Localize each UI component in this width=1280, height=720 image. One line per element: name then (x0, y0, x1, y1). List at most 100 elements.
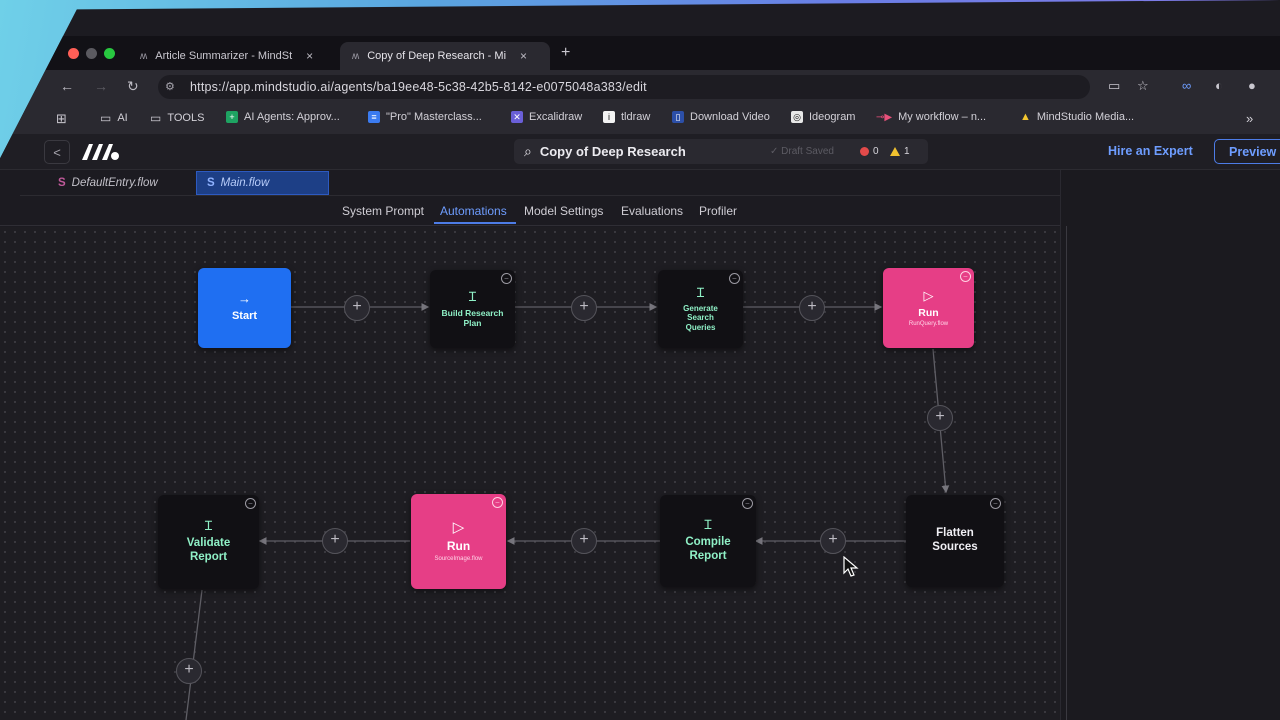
add-step-button[interactable]: + (571, 295, 597, 321)
back-arrow-icon[interactable]: ← (60, 78, 74, 94)
add-step-button[interactable]: + (820, 528, 846, 554)
preview-button[interactable]: Preview (1214, 139, 1280, 164)
minimize-window-button[interactable] (86, 48, 97, 59)
node-label: Compile Report (685, 536, 731, 562)
add-step-button[interactable]: + (799, 295, 825, 321)
remove-node-icon[interactable]: – (729, 273, 740, 284)
remove-node-icon[interactable]: – (960, 271, 971, 282)
address-bar[interactable]: https://app.mindstudio.ai/agents/ba19ee4… (158, 75, 1090, 99)
remove-node-icon[interactable]: – (742, 498, 753, 509)
browser-tab-deep-research[interactable]: ʍ Copy of Deep Research - Mi × (340, 42, 550, 70)
close-window-button[interactable] (68, 48, 79, 59)
forward-arrow-icon[interactable]: → (94, 78, 108, 94)
node-label: Run (446, 539, 471, 554)
draft-saved-status: ✓ Draft Saved (770, 146, 834, 157)
flow-node-start[interactable]: → Start (198, 268, 291, 348)
text-cursor-icon: Ɪ (204, 518, 213, 534)
bookmark-label: MindStudio Media... (1036, 111, 1135, 123)
tab-profiler[interactable]: Profiler (699, 204, 737, 218)
add-step-button[interactable]: + (322, 528, 348, 554)
close-tab-icon[interactable]: × (306, 49, 313, 63)
warning-count-badge[interactable]: 1 (890, 146, 910, 157)
tab-model-settings[interactable]: Model Settings (524, 204, 603, 218)
docs-icon: ≡ (368, 111, 380, 123)
file-tab-main[interactable]: S Main.flow (196, 171, 329, 195)
browser-tab-article-summarizer[interactable]: ʍ Article Summarizer - MindSt × (128, 42, 334, 70)
bookmark-label: Excalidraw (529, 111, 583, 123)
bookmark-my-workflow[interactable]: ⊸▶ My workflow – n... (876, 111, 986, 123)
more-bookmarks-icon[interactable]: » (1246, 111, 1253, 126)
remove-node-icon[interactable]: – (492, 497, 503, 508)
node-label: Build Research Plan (441, 307, 504, 328)
tab-evaluations[interactable]: Evaluations (621, 204, 683, 218)
remove-node-icon[interactable]: – (501, 273, 512, 284)
link-extension-icon[interactable]: ∞ (1182, 78, 1191, 93)
warning-count: 1 (904, 146, 910, 157)
flow-file-icon: S (207, 177, 215, 189)
text-cursor-icon: Ɪ (704, 517, 712, 533)
flow-node-build-research-plan[interactable]: – Ɪ Build Research Plan (430, 270, 515, 348)
folder-icon: ▭ (150, 111, 162, 125)
flow-node-compile-report[interactable]: – Ɪ Compile Report (660, 495, 756, 587)
extension-icon[interactable]: ◐ (1215, 78, 1223, 93)
error-icon (860, 147, 869, 156)
node-subflow-name: SourceImage.flow (434, 555, 483, 562)
add-step-button[interactable]: + (176, 658, 202, 684)
flow-node-validate-report[interactable]: – Ɪ Validate Report (158, 495, 259, 589)
flow-file-icon: S (58, 177, 66, 189)
tldraw-icon: i (603, 111, 615, 123)
bookmark-star-icon[interactable]: ☆ (1137, 78, 1149, 94)
reload-icon[interactable]: ↻ (127, 78, 139, 95)
node-label: Start (231, 310, 258, 323)
bookmark-label: Ideogram (809, 111, 856, 123)
flow-node-run-source-image[interactable]: – ▷ Run SourceImage.flow (411, 494, 506, 589)
hire-expert-link[interactable]: Hire an Expert (1108, 144, 1193, 158)
remove-node-icon[interactable]: – (990, 498, 1001, 509)
node-label: Validate Report (186, 537, 231, 563)
app-window: ʍ Article Summarizer - MindSt × ʍ Copy o… (0, 0, 1280, 720)
bookmark-label: Download Video (690, 111, 770, 123)
node-label: Flatten Sources (932, 527, 978, 553)
n8n-icon: ⊸▶ (876, 111, 893, 123)
tab-system-prompt[interactable]: System Prompt (342, 204, 424, 218)
bookmark-excalidraw[interactable]: ✕ Excalidraw (511, 111, 582, 123)
add-step-button[interactable]: + (571, 528, 597, 554)
bookmark-mindstudio-media[interactable]: ▲ MindStudio Media... (1020, 111, 1134, 123)
bookmark-ai[interactable]: ▭ AI (100, 111, 128, 125)
flow-node-run-query[interactable]: – ▷ Run RunQuery.flow (883, 268, 974, 348)
remove-node-icon[interactable]: – (245, 498, 256, 509)
agent-title: Copy of Deep Research (539, 144, 686, 159)
bookmark-ideogram[interactable]: ◎ Ideogram (791, 111, 855, 123)
new-tab-button[interactable]: + (561, 44, 570, 62)
play-icon: ▷ (923, 287, 934, 303)
bookmark-tldraw[interactable]: i tldraw (603, 111, 650, 123)
site-settings-icon[interactable]: ⚙ (165, 80, 175, 93)
apps-grid-icon[interactable]: ⊞ (56, 111, 67, 127)
close-tab-icon[interactable]: × (520, 49, 527, 63)
bookmark-download-video[interactable]: ▯ Download Video (672, 111, 770, 123)
back-button[interactable]: < (44, 140, 70, 164)
file-tab-default-entry[interactable]: S DefaultEntry.flow (48, 171, 196, 195)
bookmark-tools[interactable]: ▭ TOOLS (150, 111, 204, 125)
tab-label: Copy of Deep Research - Mi (367, 50, 507, 62)
error-count: 0 (873, 146, 879, 157)
maximize-window-button[interactable] (104, 48, 115, 59)
arrow-right-icon: → (238, 291, 251, 307)
ideogram-icon: ◎ (791, 111, 803, 123)
node-label: Run (918, 306, 939, 319)
active-tab-underline (434, 222, 516, 224)
flow-node-generate-search-queries[interactable]: – Ɪ Generate Search Queries (658, 270, 743, 348)
profile-icon[interactable]: ● (1248, 78, 1256, 93)
add-step-button[interactable]: + (344, 295, 370, 321)
bookmark-ai-agents[interactable]: + AI Agents: Approv... (226, 111, 340, 123)
bookmark-label: My workflow – n... (898, 111, 987, 123)
flow-node-flatten-sources[interactable]: – Flatten Sources (906, 495, 1004, 587)
bookmark-pro-masterclass[interactable]: ≡ "Pro" Masterclass... (368, 111, 482, 123)
cast-icon[interactable]: ▭ (1108, 78, 1120, 94)
mindstudio-favicon-icon: ʍ (352, 50, 360, 62)
sheets-icon: + (226, 111, 238, 123)
tab-automations[interactable]: Automations (440, 204, 507, 218)
error-count-badge[interactable]: 0 (860, 146, 879, 157)
agent-title-bar[interactable]: ⌕ Copy of Deep Research ✓ Draft Saved 0 … (514, 139, 928, 164)
add-step-button[interactable]: + (927, 405, 953, 431)
